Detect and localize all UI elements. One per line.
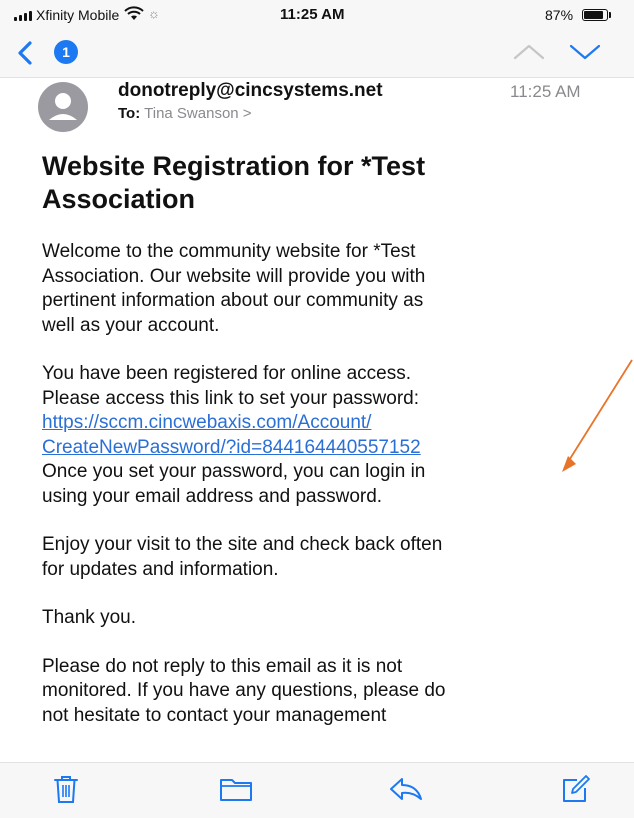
up-chevron-icon[interactable] (512, 42, 546, 62)
subject-line: Association (42, 184, 196, 214)
thank-you-paragraph: Thank you. (42, 606, 614, 631)
registration-paragraph: You have been registered for online acce… (42, 362, 614, 509)
status-time: 11:25 AM (280, 6, 345, 23)
body-line: Welcome to the community website for *Te… (42, 241, 416, 262)
to-label: To: (118, 105, 141, 122)
body-line: not hesitate to contact your management (42, 704, 387, 726)
body-line: Please access this link to set your pass… (42, 387, 420, 409)
folder-icon (220, 779, 252, 801)
body-line: You have been registered for online acce… (42, 363, 411, 384)
body-line: well as your account. (42, 314, 220, 336)
enjoy-paragraph: Enjoy your visit to the site and check b… (42, 533, 614, 582)
mail-nav-bar: 1 (0, 32, 634, 78)
body-line: Enjoy your visit to the site and check b… (42, 534, 443, 555)
reply-button[interactable] (388, 773, 424, 805)
received-time: 11:25 AM (510, 82, 581, 101)
wifi-icon (124, 6, 144, 20)
back-chevron-icon[interactable] (14, 40, 38, 66)
sender-avatar (38, 82, 88, 132)
recipient-line[interactable]: To: Tina Swanson > (118, 105, 252, 122)
signal-icon (14, 11, 32, 21)
body-line: using your email address and password. (42, 485, 383, 507)
brightness-icon: ☼ (148, 6, 160, 21)
bottom-toolbar (0, 762, 634, 818)
move-to-folder-button[interactable] (218, 773, 254, 805)
email-body: Welcome to the community website for *Te… (42, 240, 614, 752)
body-line: Please do not reply to this email as it … (42, 655, 403, 677)
compose-button[interactable] (558, 773, 594, 805)
body-line: pertinent information about our communit… (42, 290, 424, 311)
battery-percent: 87% (545, 7, 574, 23)
down-chevron-icon[interactable] (568, 42, 602, 62)
trash-button[interactable] (48, 773, 84, 805)
password-link[interactable]: CreateNewPassword/?id=844164440557152 (42, 436, 614, 461)
body-line: Association. Our website will provide yo… (42, 265, 426, 287)
battery-icon (582, 9, 608, 21)
subject-line: Website Registration for *Test (42, 151, 426, 181)
reply-icon (390, 778, 422, 800)
carrier-name: Xfinity Mobile (36, 7, 120, 23)
status-bar: Xfinity Mobile ☼ 11:25 AM 87% (0, 0, 634, 32)
body-line: monitored. If you have any questions, pl… (42, 680, 446, 701)
battery-tip (609, 12, 611, 18)
welcome-paragraph: Welcome to the community website for *Te… (42, 240, 614, 338)
password-link[interactable]: https://sccm.cincwebaxis.com/Account/ (42, 411, 614, 436)
trash-icon (54, 776, 78, 803)
sender-address[interactable]: donotreply@cincsystems.net (118, 80, 383, 102)
recipient-name[interactable]: Tina Swanson > (144, 105, 251, 122)
body-line: Once you set your password, you can logi… (42, 461, 426, 482)
body-line: for updates and information. (42, 558, 279, 580)
body-line: Thank you. (42, 607, 136, 628)
compose-icon (563, 775, 590, 802)
do-not-reply-paragraph: Please do not reply to this email as it … (42, 655, 614, 729)
email-subject: Website Registration for *Test Associati… (42, 150, 602, 216)
unread-count-badge[interactable]: 1 (54, 40, 78, 64)
